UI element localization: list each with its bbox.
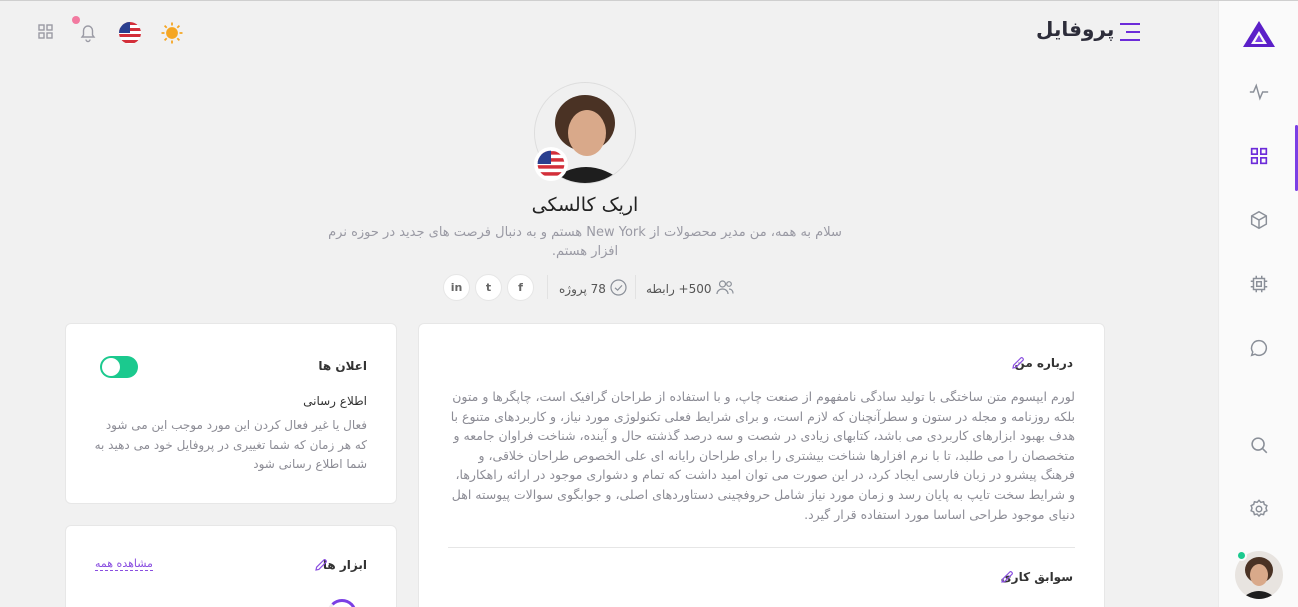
bell-icon[interactable] [77, 21, 99, 43]
connections-label: 500+ رابطه [646, 281, 712, 296]
tools-title: ابزار ها [322, 558, 367, 572]
sun-icon[interactable] [160, 21, 183, 44]
online-status-dot [1236, 550, 1247, 561]
projects-stat: 78 پروژه [559, 279, 627, 299]
pencil-icon[interactable] [1011, 355, 1025, 369]
pencil-icon[interactable] [314, 557, 328, 571]
apps-icon[interactable] [35, 21, 57, 43]
profile-bio: سلام به همه، من مدیر محصولات از New York… [328, 225, 842, 259]
profile-flag-icon [534, 147, 568, 181]
section-divider [448, 547, 1075, 548]
search-icon[interactable] [1248, 434, 1270, 456]
pencil-icon[interactable] [1000, 569, 1014, 583]
about-text: لورم ایپسوم متن ساختگی با تولید سادگی نا… [450, 389, 1075, 522]
facebook-button[interactable]: f [507, 274, 534, 301]
projects-label: 78 پروژه [559, 282, 606, 296]
chip-icon[interactable] [1248, 273, 1270, 295]
toggle-knob [102, 358, 120, 376]
stats-divider [547, 275, 548, 299]
menu-icon[interactable] [1118, 21, 1142, 43]
dashboard-icon[interactable] [1248, 145, 1270, 167]
settings-icon[interactable] [1248, 498, 1270, 520]
connections-stat: 500+ رابطه [646, 279, 734, 298]
users-icon [715, 279, 734, 298]
notifications-description: فعال یا غیر فعال کردن این مورد موجب این … [94, 418, 367, 471]
notifications-subtitle: اطلاع رسانی [303, 394, 367, 408]
notifications-toggle[interactable] [100, 356, 138, 378]
chat-icon[interactable] [1248, 337, 1270, 359]
sidebar-rail [1218, 1, 1298, 607]
notifications-title: اعلان ها [318, 359, 367, 373]
activity-icon[interactable] [1248, 81, 1270, 103]
page-title: پروفایل [1036, 17, 1115, 41]
twitter-button[interactable]: t [475, 274, 502, 301]
view-all-link[interactable]: مشاهده همه [95, 557, 153, 571]
linkedin-button[interactable]: in [443, 274, 470, 301]
notifications-card [65, 323, 397, 504]
logo-icon[interactable] [1241, 19, 1277, 53]
work-history-title: سوابق کاری [1000, 570, 1073, 584]
flag-icon[interactable] [118, 21, 141, 44]
check-circle-icon [610, 279, 627, 299]
box-icon[interactable] [1248, 209, 1270, 231]
profile-name: اریک کالسکی [531, 194, 639, 216]
stats-divider [635, 275, 636, 299]
